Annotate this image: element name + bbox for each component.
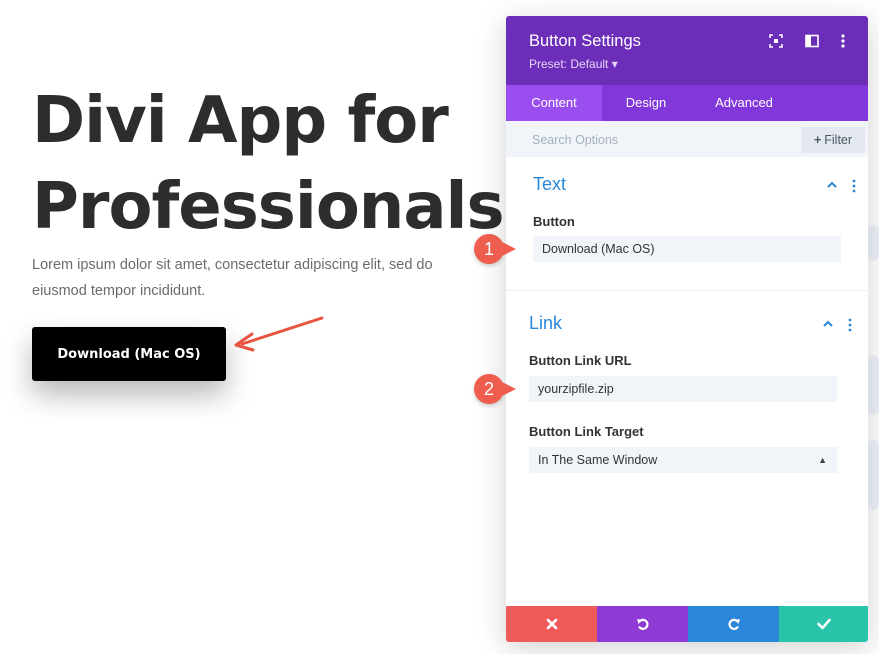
panel-title: Button Settings <box>529 32 641 50</box>
select-arrows-icon: ▲ <box>818 455 827 465</box>
redo-icon <box>727 618 740 630</box>
section-title-text: Text <box>533 174 567 194</box>
panel-footer <box>506 606 868 642</box>
background-decoration <box>868 225 879 261</box>
filter-button[interactable]: + Filter <box>801 127 865 153</box>
cancel-button[interactable] <box>506 606 597 642</box>
filter-label: Filter <box>824 133 853 147</box>
annotation-arrow-icon <box>234 316 324 352</box>
tab-bar: Content Design Advanced <box>506 85 868 121</box>
link-url-field[interactable] <box>529 376 837 402</box>
collapse-chevron-up-icon[interactable] <box>826 180 838 190</box>
annotation-marker-1: 1 <box>474 234 516 264</box>
hero-description: Lorem ipsum dolor sit amet, consectetur … <box>32 257 433 299</box>
section-divider <box>506 290 868 291</box>
background-decoration <box>868 355 879 415</box>
undo-icon <box>636 618 649 630</box>
button-text-label: Button <box>533 214 575 229</box>
button-text-field[interactable] <box>533 236 841 262</box>
undo-button[interactable] <box>597 606 688 642</box>
hero-title-line-2: Professionals <box>32 170 505 244</box>
search-bar: +Filter <box>506 121 868 157</box>
tab-design[interactable]: Design <box>602 85 690 121</box>
more-options-icon[interactable] <box>835 33 851 49</box>
download-button[interactable]: Download (Mac OS) <box>32 327 226 381</box>
panel-header: Button Settings Preset: Default ▾ <box>506 16 868 85</box>
background-decoration <box>868 440 879 510</box>
link-url-label: Button Link URL <box>529 353 632 368</box>
link-target-select[interactable]: In The Same Window ▲ <box>529 447 837 473</box>
link-target-value: In The Same Window <box>538 453 658 467</box>
section-menu-icon[interactable] <box>851 179 857 193</box>
hero-title-line-1: Divi App for <box>32 84 449 158</box>
button-settings-panel: Button Settings Preset: Default ▾ Conten… <box>506 16 868 642</box>
close-icon <box>546 618 557 630</box>
split-view-icon[interactable] <box>804 33 820 49</box>
expand-icon[interactable] <box>768 33 784 49</box>
annotation-marker-2: 2 <box>474 374 516 404</box>
link-target-label: Button Link Target <box>529 424 644 439</box>
check-icon <box>816 618 831 630</box>
tab-advanced[interactable]: Advanced <box>690 85 798 121</box>
section-title-link: Link <box>529 313 563 333</box>
tab-content[interactable]: Content <box>506 85 602 121</box>
collapse-chevron-up-icon[interactable] <box>822 319 834 329</box>
plus-icon: + <box>813 133 822 147</box>
search-options-input[interactable] <box>518 127 804 153</box>
preset-dropdown[interactable]: Preset: Default ▾ <box>529 57 618 71</box>
save-button[interactable] <box>779 606 868 642</box>
redo-button[interactable] <box>688 606 779 642</box>
hero-title: Divi App for Professionals <box>32 78 505 250</box>
section-menu-icon[interactable] <box>847 318 853 332</box>
